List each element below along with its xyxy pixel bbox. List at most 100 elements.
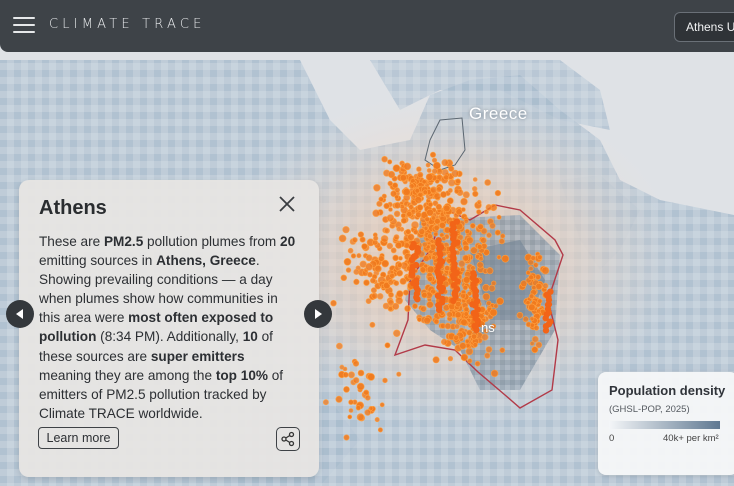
plume-dot — [537, 254, 543, 260]
plume-dot — [357, 369, 365, 377]
plume-dot — [390, 247, 397, 254]
plume-dot — [423, 316, 431, 325]
plume-dot — [352, 377, 360, 384]
card-text-segment: pollution plumes from — [143, 234, 281, 249]
plume-dot — [425, 173, 434, 181]
plume-dot — [472, 190, 479, 197]
plume-dot — [448, 179, 456, 187]
plume-dot — [462, 191, 470, 199]
plume-dot — [494, 229, 501, 236]
plume-dot — [528, 303, 536, 311]
plume-dot — [413, 277, 420, 284]
plume-dot — [441, 159, 449, 167]
plume-dot — [423, 263, 429, 269]
plume-dot — [438, 221, 446, 229]
plume-dot — [470, 270, 477, 277]
plume-dot — [431, 157, 438, 163]
population-density-legend: Population density (GHSL-POP, 2025) 0 40… — [598, 372, 734, 475]
legend-gradient-bar — [609, 421, 720, 429]
plume-dot — [426, 233, 433, 240]
plume-dot — [387, 170, 396, 179]
plume-dot — [542, 282, 549, 289]
plume-dot — [496, 254, 502, 260]
plume-dot — [482, 292, 491, 301]
plume-dot — [338, 234, 347, 243]
plume-dot — [441, 236, 447, 241]
plume-dot — [446, 311, 453, 318]
plume-dot — [499, 347, 506, 354]
plume-dot — [536, 308, 541, 314]
plume-dot — [470, 265, 476, 271]
plume-dot — [478, 256, 484, 262]
plume-dot — [343, 434, 350, 441]
plume-dot — [367, 271, 373, 278]
plume-dot — [339, 364, 345, 370]
plume-dot — [403, 162, 412, 171]
legend-title: Population density — [609, 383, 726, 398]
plume-dot — [426, 168, 432, 173]
plume-dot — [377, 427, 383, 433]
plume-dot — [408, 204, 414, 210]
plume-dot — [447, 188, 453, 194]
plume-dot — [453, 334, 459, 341]
plume-dot — [547, 288, 554, 295]
plume-dot — [396, 371, 402, 377]
plume-dot — [533, 325, 540, 331]
plume-dot — [347, 247, 354, 254]
share-icon[interactable] — [276, 427, 300, 451]
plume-dot — [404, 305, 411, 312]
plume-dot — [489, 222, 496, 229]
plume-dot — [460, 292, 466, 299]
plume-dot — [356, 253, 362, 259]
plume-dot — [460, 353, 469, 362]
plume-dot — [501, 254, 510, 263]
plume-dot — [516, 311, 524, 319]
plume-dot — [348, 408, 354, 413]
legend-min-label: 0 — [609, 433, 615, 444]
plume-dot — [490, 369, 499, 378]
plume-dot — [477, 223, 484, 231]
top-bar: CLIMATE TRACE Athens U — [0, 0, 734, 52]
info-card: Athens These are PM2.5 pollution plumes … — [19, 180, 319, 477]
plume-dot — [367, 373, 375, 381]
plume-dot — [387, 180, 393, 187]
plume-dot — [485, 346, 493, 353]
plume-dot — [525, 270, 531, 276]
plume-dot — [494, 190, 502, 197]
plume-dot — [462, 254, 470, 262]
plume-dot — [528, 293, 535, 299]
plume-dot — [356, 382, 365, 391]
plume-dot — [395, 241, 403, 249]
brand-logo[interactable]: CLIMATE TRACE — [49, 17, 206, 32]
plume-dot — [436, 186, 443, 193]
plume-dot — [443, 204, 451, 213]
plume-dot — [531, 285, 537, 291]
location-selector[interactable]: Athens U — [674, 12, 734, 42]
plume-dot — [430, 186, 438, 194]
plume-dot — [476, 244, 483, 250]
app-root: Greece ns CLIMATE TRACE Athens U Athens … — [0, 0, 734, 486]
plume-dot — [420, 305, 427, 312]
plume-dot — [541, 266, 550, 275]
plume-dot — [381, 259, 390, 268]
plume-dot — [472, 177, 478, 182]
plume-dot — [493, 303, 499, 309]
plume-dot — [444, 322, 452, 330]
plume-dot — [353, 278, 360, 286]
card-text-segment: emitting sources in — [39, 253, 157, 269]
plume-dot — [489, 308, 498, 317]
card-text-segment: super emitters — [150, 348, 245, 364]
menu-icon[interactable] — [13, 15, 35, 35]
card-text-segment: Athens, Greece — [156, 253, 256, 269]
plume-dot — [368, 405, 374, 411]
plume-dot — [369, 277, 376, 284]
next-button[interactable] — [304, 300, 332, 328]
plume-dot — [357, 231, 365, 238]
plume-dot — [396, 226, 402, 232]
plume-dot — [455, 178, 461, 185]
learn-more-button[interactable]: Learn more — [38, 427, 119, 449]
close-icon[interactable] — [277, 194, 297, 214]
plume-dot — [396, 262, 403, 268]
previous-button[interactable] — [6, 300, 34, 328]
plume-dot — [394, 201, 401, 209]
